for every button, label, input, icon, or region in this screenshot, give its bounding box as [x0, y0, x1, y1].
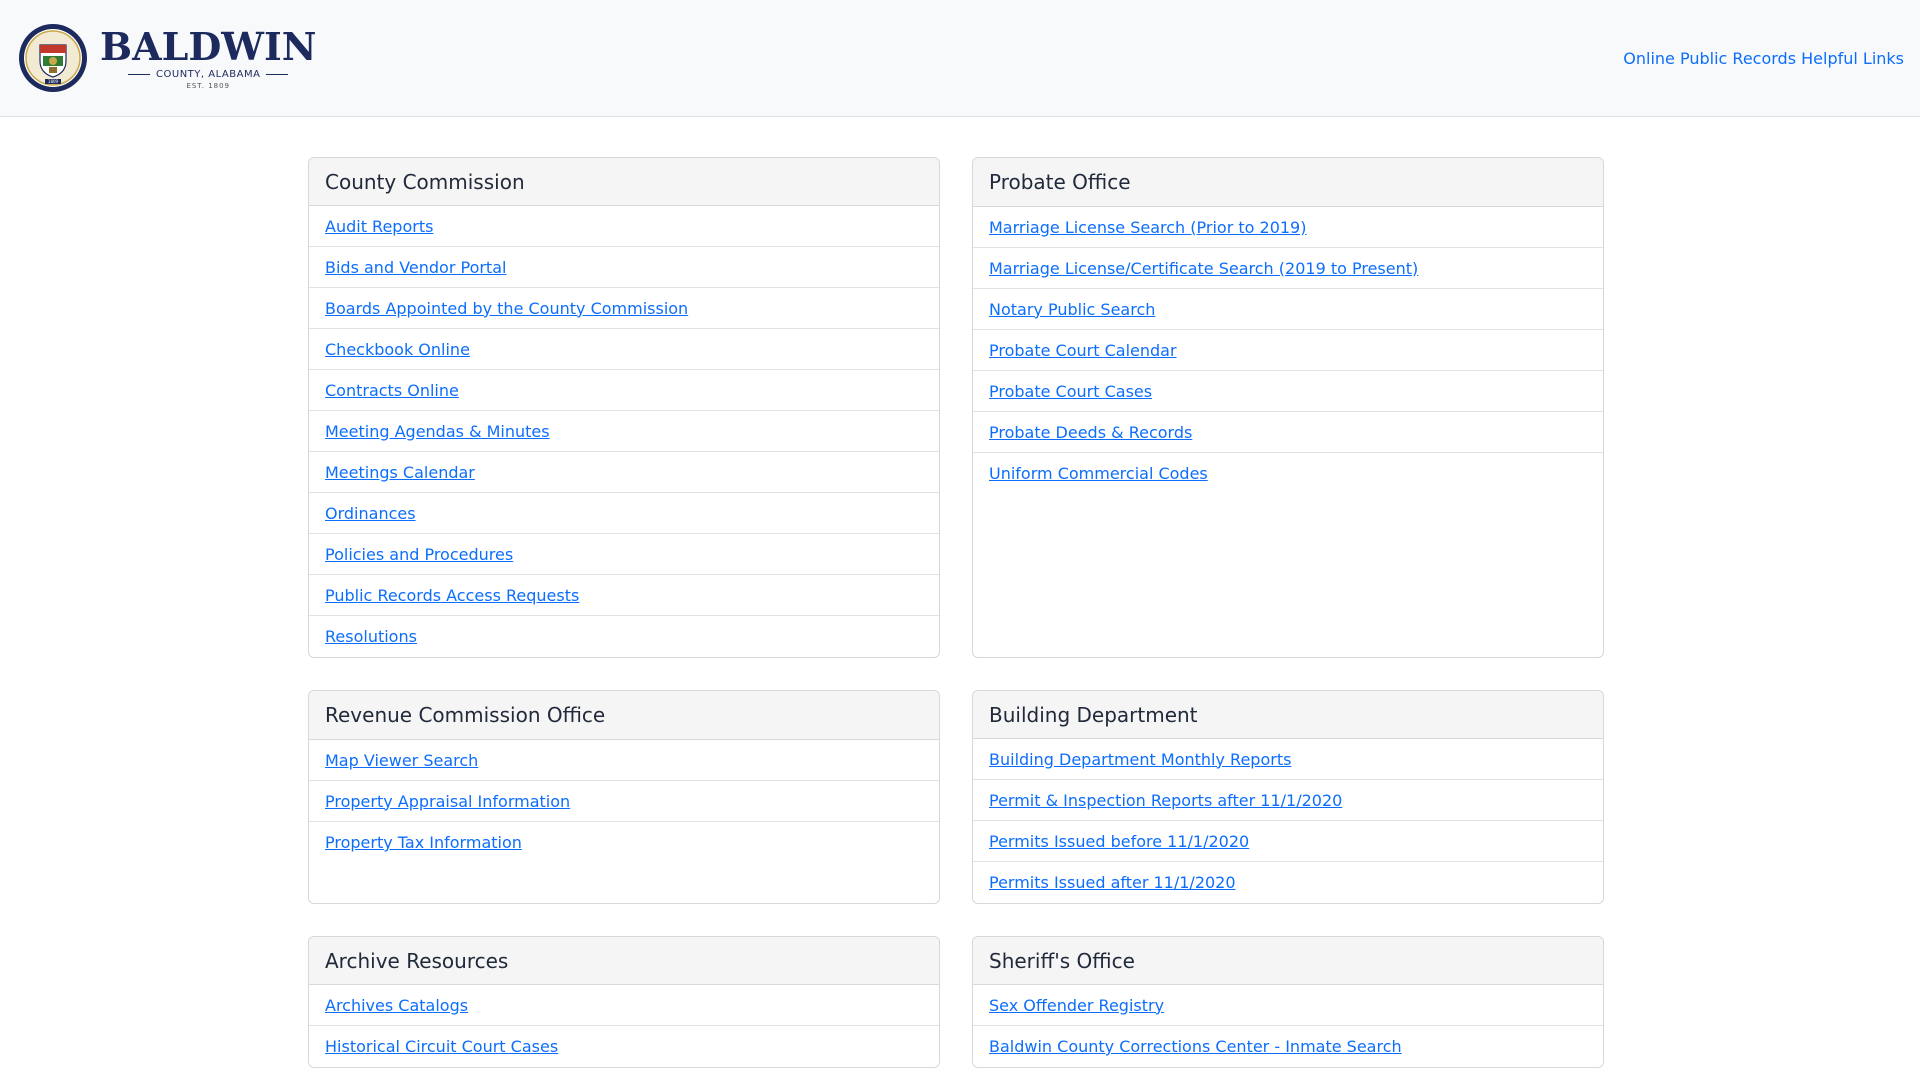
link-list: Building Department Monthly Reports Perm…	[973, 739, 1603, 903]
brand-wordmark: BALDWIN COUNTY, ALABAMA EST. 1809	[100, 23, 317, 90]
card-revenue-commission: Revenue Commission Office Map Viewer Sea…	[308, 690, 940, 904]
link-probate-deeds-records[interactable]: Probate Deeds & Records	[989, 423, 1192, 442]
link-building-monthly-reports[interactable]: Building Department Monthly Reports	[989, 750, 1291, 769]
list-item: Uniform Commercial Codes	[973, 453, 1603, 494]
link-list: Sex Offender Registry Baldwin County Cor…	[973, 985, 1603, 1067]
link-sex-offender-registry[interactable]: Sex Offender Registry	[989, 996, 1164, 1015]
link-ordinances[interactable]: Ordinances	[325, 504, 416, 523]
card-title: Archive Resources	[309, 937, 939, 985]
brand-rule-left	[128, 73, 151, 75]
list-item: Property Tax Information	[309, 822, 939, 863]
list-item: Permits Issued before 11/1/2020	[973, 821, 1603, 862]
list-item: Notary Public Search	[973, 289, 1603, 330]
card-probate-office: Probate Office Marriage License Search (…	[972, 157, 1604, 658]
brand-est: EST. 1809	[186, 81, 231, 90]
link-permits-before-2020[interactable]: Permits Issued before 11/1/2020	[989, 832, 1249, 851]
list-item: Building Department Monthly Reports	[973, 739, 1603, 780]
link-map-viewer-search[interactable]: Map Viewer Search	[325, 751, 478, 770]
list-item: Meeting Agendas & Minutes	[309, 411, 939, 452]
list-item: Archives Catalogs	[309, 985, 939, 1026]
link-notary-public-search[interactable]: Notary Public Search	[989, 300, 1155, 319]
list-item: Probate Court Cases	[973, 371, 1603, 412]
list-item: Policies and Procedures	[309, 534, 939, 575]
list-item: Probate Deeds & Records	[973, 412, 1603, 453]
link-public-records-requests[interactable]: Public Records Access Requests	[325, 586, 579, 605]
list-item: Bids and Vendor Portal	[309, 247, 939, 288]
link-marriage-license-2019-present[interactable]: Marriage License/Certificate Search (201…	[989, 259, 1418, 278]
link-audit-reports[interactable]: Audit Reports	[325, 217, 433, 236]
list-item: Historical Circuit Court Cases	[309, 1026, 939, 1067]
list-item: Permits Issued after 11/1/2020	[973, 862, 1603, 903]
card-county-commission: County Commission Audit Reports Bids and…	[308, 157, 940, 658]
card-title: Revenue Commission Office	[309, 691, 939, 740]
list-item: Meetings Calendar	[309, 452, 939, 493]
card-title: Probate Office	[973, 158, 1603, 207]
link-uniform-commercial-codes[interactable]: Uniform Commercial Codes	[989, 464, 1208, 483]
list-item: Boards Appointed by the County Commissio…	[309, 288, 939, 329]
link-property-appraisal[interactable]: Property Appraisal Information	[325, 792, 570, 811]
list-item: Probate Court Calendar	[973, 330, 1603, 371]
brand-name: BALDWIN	[100, 23, 317, 69]
list-item: Marriage License/Certificate Search (201…	[973, 248, 1603, 289]
card-title: Sheriff's Office	[973, 937, 1603, 985]
list-item: Property Appraisal Information	[309, 781, 939, 822]
card-title: Building Department	[973, 691, 1603, 739]
link-policies-procedures[interactable]: Policies and Procedures	[325, 545, 513, 564]
link-checkbook-online[interactable]: Checkbook Online	[325, 340, 470, 359]
brand-subtitle-text: COUNTY, ALABAMA	[156, 68, 261, 80]
link-list: Marriage License Search (Prior to 2019) …	[973, 207, 1603, 494]
link-list: Audit Reports Bids and Vendor Portal Boa…	[309, 206, 939, 657]
card-building-department: Building Department Building Department …	[972, 690, 1604, 904]
link-marriage-license-prior-2019[interactable]: Marriage License Search (Prior to 2019)	[989, 218, 1306, 237]
card-archive-resources: Archive Resources Archives Catalogs Hist…	[308, 936, 940, 1068]
brand-rule-right	[266, 73, 289, 75]
link-probate-court-calendar[interactable]: Probate Court Calendar	[989, 341, 1177, 360]
link-meeting-agendas[interactable]: Meeting Agendas & Minutes	[325, 422, 550, 441]
list-item: Resolutions	[309, 616, 939, 657]
link-archives-catalogs[interactable]: Archives Catalogs	[325, 996, 468, 1015]
list-item: Baldwin County Corrections Center - Inma…	[973, 1026, 1603, 1067]
list-item: Sex Offender Registry	[973, 985, 1603, 1026]
list-item: Audit Reports	[309, 206, 939, 247]
list-item: Ordinances	[309, 493, 939, 534]
list-item: Permit & Inspection Reports after 11/1/2…	[973, 780, 1603, 821]
link-meetings-calendar[interactable]: Meetings Calendar	[325, 463, 475, 482]
list-item: Checkbook Online	[309, 329, 939, 370]
nav-link-helpful-links[interactable]: Online Public Records Helpful Links	[1623, 49, 1904, 68]
brand-subtitle: COUNTY, ALABAMA	[128, 68, 289, 80]
list-item: Public Records Access Requests	[309, 575, 939, 616]
link-list: Map Viewer Search Property Appraisal Inf…	[309, 740, 939, 863]
list-item: Map Viewer Search	[309, 740, 939, 781]
seal-year-text: 1809	[48, 79, 59, 84]
county-seal-icon: 1809	[19, 24, 87, 92]
link-permit-inspection-reports[interactable]: Permit & Inspection Reports after 11/1/2…	[989, 791, 1342, 810]
link-property-tax[interactable]: Property Tax Information	[325, 833, 522, 852]
top-navbar: 1809 BALDWIN COUNTY, ALABAMA EST. 1809 O…	[0, 0, 1920, 117]
link-boards-appointed[interactable]: Boards Appointed by the County Commissio…	[325, 299, 688, 318]
list-item: Contracts Online	[309, 370, 939, 411]
link-historical-circuit-court[interactable]: Historical Circuit Court Cases	[325, 1037, 558, 1056]
card-sheriffs-office: Sheriff's Office Sex Offender Registry B…	[972, 936, 1604, 1068]
link-inmate-search[interactable]: Baldwin County Corrections Center - Inma…	[989, 1037, 1402, 1056]
link-permits-after-2020[interactable]: Permits Issued after 11/1/2020	[989, 873, 1236, 892]
link-list: Archives Catalogs Historical Circuit Cou…	[309, 985, 939, 1067]
link-probate-court-cases[interactable]: Probate Court Cases	[989, 382, 1152, 401]
link-bids-vendor-portal[interactable]: Bids and Vendor Portal	[325, 258, 506, 277]
link-contracts-online[interactable]: Contracts Online	[325, 381, 459, 400]
list-item: Marriage License Search (Prior to 2019)	[973, 207, 1603, 248]
main-content: County Commission Audit Reports Bids and…	[296, 117, 1624, 1068]
card-title: County Commission	[309, 158, 939, 206]
link-resolutions[interactable]: Resolutions	[325, 627, 417, 646]
brand-home-link[interactable]: 1809 BALDWIN COUNTY, ALABAMA EST. 1809	[18, 23, 316, 93]
